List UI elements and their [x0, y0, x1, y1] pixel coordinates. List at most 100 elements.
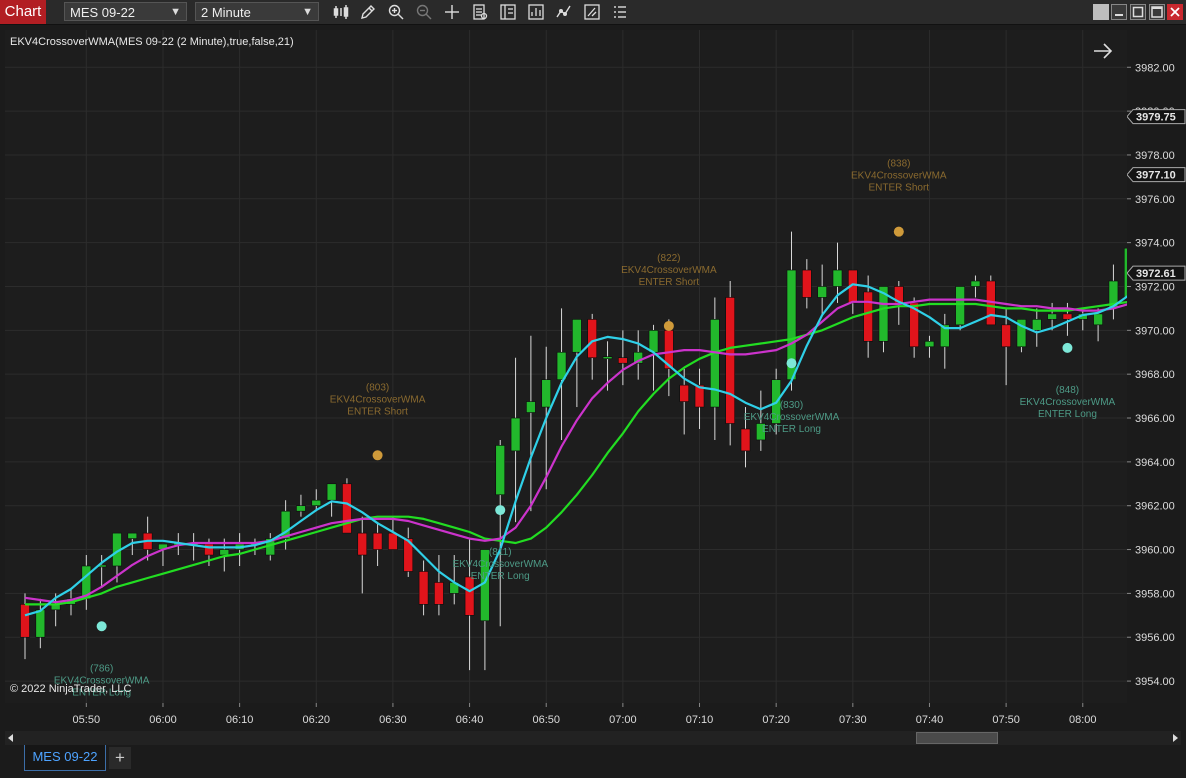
time-tick-label: 06:30	[379, 714, 407, 726]
zoom-in-icon[interactable]	[387, 3, 405, 21]
price-tick-label: 3962.00	[1135, 501, 1175, 513]
restore-icon[interactable]	[1111, 4, 1127, 20]
candle-down	[20, 604, 30, 638]
candle-up	[510, 417, 521, 452]
scroll-right-icon[interactable]	[1169, 731, 1181, 745]
pencil-icon[interactable]	[359, 3, 377, 21]
time-tick-label: 06:50	[532, 714, 560, 726]
candle-up	[572, 319, 582, 353]
short-signal-dot	[372, 450, 383, 461]
properties-icon[interactable]	[499, 3, 517, 21]
tab-bar: MES 09-22 +	[0, 745, 1186, 778]
short-signal-dot	[663, 320, 674, 331]
instrument-selector[interactable]: MES 09-22 ▼	[64, 2, 187, 21]
long-signal-dot	[786, 358, 797, 369]
price-tick-label: 3972.00	[1135, 281, 1175, 293]
candle-down	[802, 269, 812, 298]
price-tick-label: 3960.00	[1135, 545, 1175, 557]
time-tick-label: 05:50	[73, 714, 101, 726]
candle-up	[35, 609, 46, 638]
candle-up	[970, 280, 981, 287]
scroll-left-icon[interactable]	[5, 731, 17, 745]
zoom-out-icon[interactable]	[415, 3, 433, 21]
candle-up	[602, 356, 613, 360]
candle-up	[648, 330, 659, 353]
candle-down	[679, 384, 689, 402]
candle-up	[311, 499, 322, 507]
data-box-icon[interactable]	[471, 3, 489, 21]
app-title: Chart	[0, 0, 46, 24]
signal-label: ENTER Short	[347, 406, 408, 417]
signal-label: ENTER Long	[471, 571, 530, 582]
chart-panel[interactable]: (786) EKV4CrossoverWMA ENTER Long (803) EKV4…	[5, 30, 1186, 703]
candle-down	[204, 543, 214, 556]
scrollbar-thumb[interactable]	[916, 732, 998, 744]
long-signal-dot	[96, 621, 107, 632]
price-axis[interactable]: 3982.003980.003978.003976.003974.003972.…	[1126, 30, 1186, 703]
price-chart[interactable]: (786)EKV4CrossoverWMAENTER Long(803)EKV4…	[5, 30, 1186, 703]
signal-label: ENTER Short	[639, 277, 700, 288]
price-tick-label: 3976.00	[1135, 194, 1175, 206]
drawing-objects-icon[interactable]	[583, 3, 601, 21]
time-tick-label: 07:20	[762, 714, 790, 726]
candle-down	[1001, 324, 1011, 348]
candle-up	[127, 532, 138, 539]
copyright-label: © 2022 NinjaTrader, LLC	[10, 683, 132, 695]
chart-trader-icon[interactable]	[611, 3, 629, 21]
signal-label: EKV4CrossoverWMA	[744, 412, 840, 423]
long-signal-dot	[495, 505, 506, 516]
maximize-icon[interactable]	[1149, 4, 1165, 20]
horizontal-scrollbar[interactable]	[5, 731, 1181, 745]
short-signal-dot	[893, 226, 904, 237]
time-tick-label: 06:00	[149, 714, 177, 726]
signal-label: ENTER Short	[869, 183, 930, 194]
signal-label: ENTER Long	[1038, 409, 1097, 420]
add-tab-button[interactable]: +	[109, 747, 131, 769]
crosshair-icon[interactable]	[443, 3, 461, 21]
bars-type-icon[interactable]	[332, 3, 350, 21]
minimize-icon[interactable]	[1093, 4, 1109, 20]
candle-up	[1047, 313, 1057, 320]
price-tick-label: 3966.00	[1135, 413, 1175, 425]
chart-toolbar: Chart MES 09-22 ▼ 2 Minute ▼	[0, 0, 1186, 25]
candle-down	[587, 319, 598, 359]
signal-label: EKV4CrossoverWMA	[452, 559, 548, 570]
time-tick-label: 06:10	[226, 714, 254, 726]
strategies-icon[interactable]	[527, 3, 545, 21]
price-tick-label: 3954.00	[1135, 676, 1175, 688]
time-tick-label: 06:40	[456, 714, 484, 726]
signal-label: (786)	[90, 663, 113, 674]
time-tick-label: 07:00	[609, 714, 637, 726]
close-icon[interactable]	[1167, 4, 1183, 20]
indicators-icon[interactable]	[555, 3, 573, 21]
time-tick-label: 08:00	[1069, 714, 1097, 726]
candle-up	[326, 483, 337, 501]
time-tick-label: 07:30	[839, 714, 867, 726]
candle-up	[955, 286, 965, 326]
candle-down	[863, 291, 873, 342]
candle-up	[541, 379, 552, 408]
signal-label: EKV4CrossoverWMA	[621, 265, 717, 276]
signal-label: (838)	[887, 159, 910, 170]
candle-up	[219, 549, 230, 556]
price-marker-label: 3979.75	[1136, 112, 1176, 124]
time-tick-label: 07:40	[916, 714, 944, 726]
price-tick-label: 3970.00	[1135, 325, 1175, 337]
time-axis[interactable]: 05:50 06:00 06:10 06:20 06:30 06:40 06:50 07:00…	[5, 703, 1127, 731]
candle-up	[817, 286, 827, 298]
interval-selector[interactable]: 2 Minute ▼	[195, 2, 319, 21]
candle-up	[1031, 319, 1042, 331]
arrow-right-icon[interactable]	[1092, 42, 1114, 60]
interval-value: 2 Minute	[201, 5, 251, 20]
signal-label: EKV4CrossoverWMA	[330, 394, 426, 405]
price-tick-label: 3958.00	[1135, 588, 1175, 600]
chevron-down-icon: ▼	[170, 6, 181, 18]
candle-up	[526, 401, 536, 413]
tab-mes-09-22[interactable]: MES 09-22	[24, 745, 106, 771]
signal-label: (848)	[1056, 385, 1079, 396]
signal-label: (803)	[366, 382, 389, 393]
signal-label: (830)	[780, 400, 803, 411]
candle-down	[418, 571, 429, 605]
candle-up	[296, 505, 306, 512]
maximize-icon[interactable]	[1130, 4, 1146, 20]
